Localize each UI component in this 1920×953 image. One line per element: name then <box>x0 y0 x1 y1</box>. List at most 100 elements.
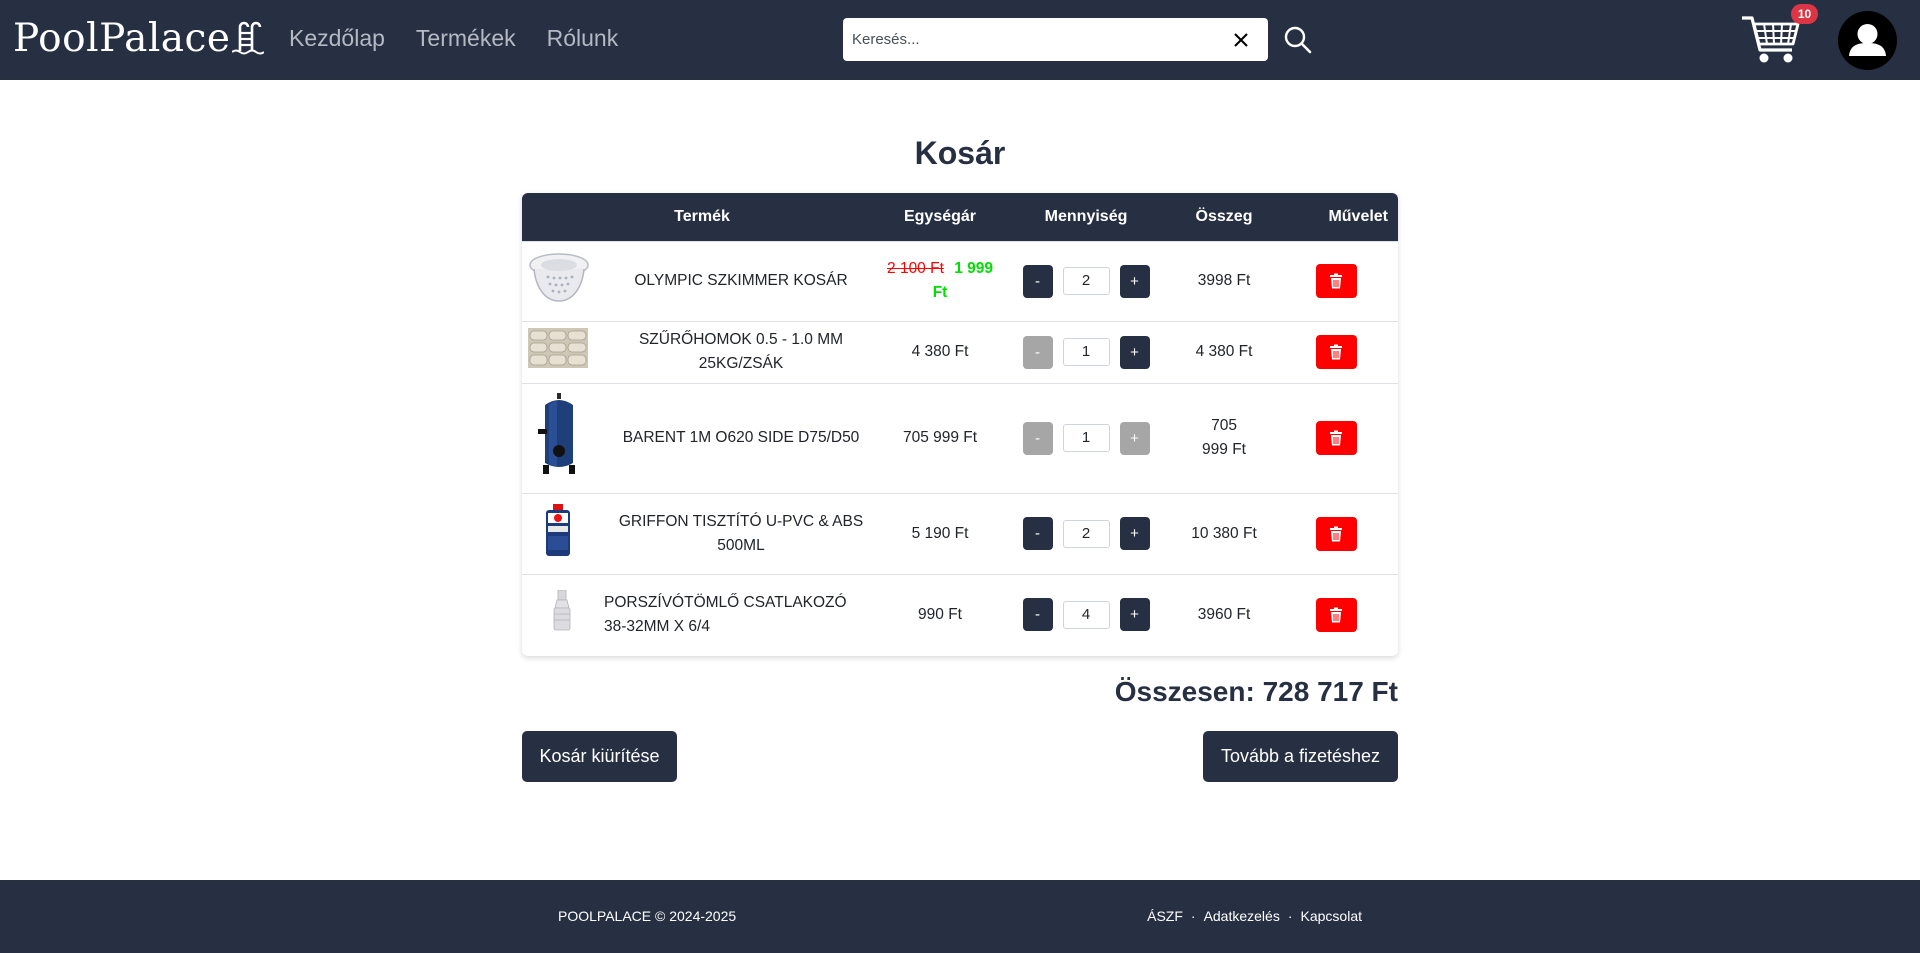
table-header-row: Termék Egységár Mennyiség Összeg Művelet <box>522 193 1398 241</box>
row-total: 4 380 Ft <box>1195 343 1253 360</box>
increase-quantity-button[interactable]: + <box>1119 598 1150 632</box>
product-image-cell <box>522 383 600 493</box>
nav-home-link[interactable]: Kezdőlap <box>289 25 385 52</box>
product-image-cell <box>522 241 600 321</box>
footer: POOLPALACE © 2024-2025 ÁSZF · Adatkezelé… <box>0 880 1920 953</box>
search-icon[interactable] <box>1282 24 1314 56</box>
product-name[interactable]: BARENT 1M O620 SIDE D75/D50 <box>600 383 882 493</box>
action-cell <box>1274 383 1398 493</box>
footer-link-privacy[interactable]: Adatkezelés <box>1204 908 1280 924</box>
quantity-cell: - 1 + <box>998 383 1174 493</box>
footer-links: ÁSZF · Adatkezelés · Kapcsolat <box>1147 908 1362 924</box>
clear-cart-button[interactable]: Kosár kiürítése <box>522 731 677 782</box>
unit-price: 705 999 Ft <box>902 429 978 446</box>
increase-quantity-button[interactable]: + <box>1119 335 1150 369</box>
footer-copyright: POOLPALACE © 2024-2025 <box>558 908 737 924</box>
cleaner-can-image[interactable] <box>543 503 573 564</box>
quantity-stepper: - 2 + <box>998 517 1174 550</box>
hose-connector-image[interactable] <box>552 589 572 640</box>
unit-price-cell: 2 100 Ft 1 999 Ft <box>882 241 998 321</box>
delete-item-button[interactable] <box>1315 516 1357 551</box>
quantity-input[interactable]: 2 <box>1062 519 1110 548</box>
quantity-cell: - 2 + <box>998 241 1174 321</box>
action-cell <box>1274 321 1398 383</box>
sand-bags-image[interactable] <box>528 328 588 372</box>
header-unit-price: Egységár <box>903 207 977 225</box>
sand-filter-tank-image[interactable] <box>535 393 583 483</box>
checkout-button[interactable]: Tovább a fizetéshez <box>1203 731 1398 782</box>
cart-table-card: Termék Egységár Mennyiség Összeg Művelet <box>522 193 1398 656</box>
table-row: BARENT 1M O620 SIDE D75/D50 705 999 Ft -… <box>522 383 1398 493</box>
user-avatar-icon[interactable] <box>1838 11 1897 70</box>
trash-icon <box>1330 273 1343 289</box>
footer-link-terms[interactable]: ÁSZF <box>1147 908 1183 924</box>
skimmer-basket-image[interactable] <box>528 253 590 309</box>
quantity-stepper: - 1 + <box>998 421 1174 455</box>
quantity-input[interactable]: 1 <box>1062 338 1110 366</box>
product-name[interactable]: SZŰRŐHOMOK 0.5 - 1.0 MM 25KG/ZSÁK <box>600 321 882 383</box>
cart-table: Termék Egységár Mennyiség Összeg Művelet <box>522 193 1398 655</box>
row-total: 3998 Ft <box>1197 272 1251 289</box>
trash-icon <box>1330 344 1343 360</box>
unit-price-cell: 4 380 Ft <box>882 321 998 383</box>
product-image-cell <box>522 493 600 574</box>
quantity-stepper: - 1 + <box>998 335 1174 369</box>
page-title: Kosár <box>914 135 1006 171</box>
product-name[interactable]: OLYMPIC SZKIMMER KOSÁR <box>600 241 882 321</box>
quantity-stepper: - 2 + <box>998 264 1174 298</box>
trash-icon <box>1330 430 1343 446</box>
unit-price-cell: 705 999 Ft <box>882 383 998 493</box>
quantity-input[interactable]: 2 <box>1062 267 1110 295</box>
cart-count-badge: 10 <box>1791 4 1818 24</box>
action-cell <box>1274 493 1398 574</box>
row-total: 10 380 Ft <box>1191 524 1257 542</box>
delete-item-button[interactable] <box>1315 264 1357 298</box>
product-name[interactable]: GRIFFON TISZTÍTÓ U-PVC & ABS 500ML <box>600 493 882 574</box>
quantity-cell: - 2 + <box>998 493 1174 574</box>
decrease-quantity-button[interactable]: - <box>1022 517 1053 550</box>
unit-price: 990 Ft <box>918 605 962 623</box>
decrease-quantity-button[interactable]: - <box>1022 421 1053 455</box>
search-box <box>843 18 1268 61</box>
brand-name: PoolPalace <box>13 16 231 61</box>
navbar: PoolPalace Kezdőlap Termékek Rólunk Kere… <box>0 0 1920 80</box>
footer-separator: · <box>1287 908 1293 924</box>
unit-price-cell: 5 190 Ft <box>882 493 998 574</box>
increase-quantity-button[interactable]: + <box>1119 421 1150 455</box>
decrease-quantity-button[interactable]: - <box>1022 598 1053 632</box>
table-row: SZŰRŐHOMOK 0.5 - 1.0 MM 25KG/ZSÁK 4 380 … <box>522 321 1398 383</box>
increase-quantity-button[interactable]: + <box>1119 264 1150 298</box>
delete-item-button[interactable] <box>1315 335 1357 369</box>
delete-item-button[interactable] <box>1315 597 1357 632</box>
footer-link-contact[interactable]: Kapcsolat <box>1301 908 1362 924</box>
decrease-quantity-button[interactable]: - <box>1022 335 1053 369</box>
nav-products-link[interactable]: Termékek <box>416 25 516 52</box>
header-total: Összeg <box>1195 207 1253 225</box>
action-cell <box>1274 241 1398 321</box>
table-row: PORSZÍVÓTÖMLŐ CSATLAKOZÓ 38-32MM X 6/4 9… <box>522 574 1398 655</box>
header-product: Termék <box>674 207 730 225</box>
quantity-input[interactable]: 4 <box>1062 600 1110 629</box>
footer-separator: · <box>1190 908 1196 924</box>
nav-about-link[interactable]: Rólunk <box>547 25 619 52</box>
product-name[interactable]: PORSZÍVÓTÖMLŐ CSATLAKOZÓ 38-32MM X 6/4 <box>600 574 882 655</box>
pool-ladder-icon <box>231 21 266 60</box>
close-icon[interactable] <box>1226 25 1256 55</box>
header-action: Művelet <box>1328 207 1389 225</box>
brand-logo[interactable]: PoolPalace <box>13 16 266 61</box>
row-total: 705 999 Ft <box>1202 417 1246 458</box>
unit-price: 4 380 Ft <box>911 343 969 360</box>
table-row: GRIFFON TISZTÍTÓ U-PVC & ABS 500ML 5 190… <box>522 493 1398 574</box>
action-cell <box>1274 574 1398 655</box>
decrease-quantity-button[interactable]: - <box>1022 264 1053 298</box>
unit-price: 5 190 Ft <box>911 524 969 542</box>
row-total: 3960 Ft <box>1197 605 1251 623</box>
delete-item-button[interactable] <box>1315 421 1357 455</box>
search-input[interactable] <box>843 18 1226 61</box>
header-quantity: Mennyiség <box>1044 207 1128 225</box>
quantity-input[interactable]: 1 <box>1062 424 1110 452</box>
quantity-cell: - 4 + <box>998 574 1174 655</box>
old-price: 2 100 Ft <box>887 260 944 277</box>
trash-icon <box>1330 607 1343 623</box>
increase-quantity-button[interactable]: + <box>1119 517 1150 550</box>
